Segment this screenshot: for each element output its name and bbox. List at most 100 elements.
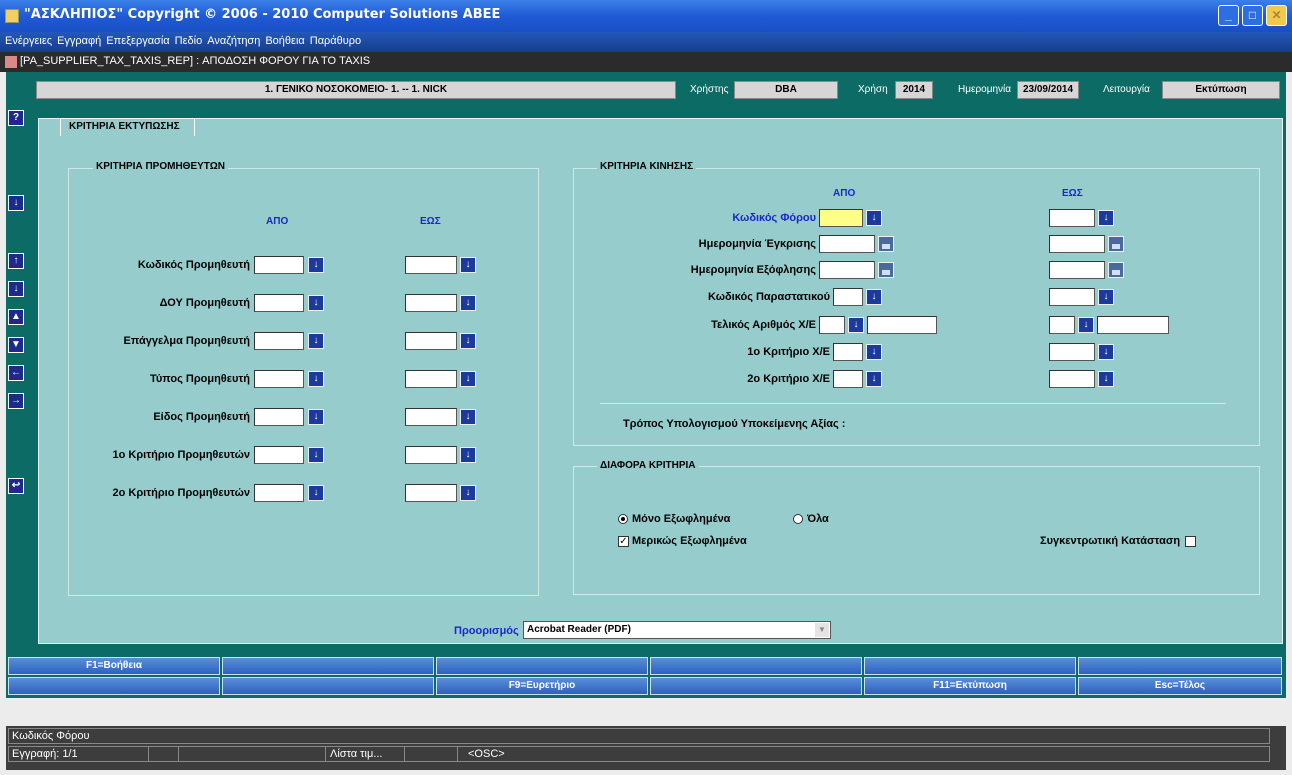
arrow-up-icon[interactable]: ↑ (8, 253, 24, 269)
menu-record[interactable]: Εγγραφή (57, 35, 101, 47)
lov-arrow-icon[interactable]: ↓ (460, 295, 476, 311)
lov-arrow-icon[interactable]: ↓ (308, 333, 324, 349)
doc-code-to-lov-icon[interactable]: ↓ (1098, 289, 1114, 305)
calendar-icon[interactable] (1108, 262, 1124, 278)
supplier-from-input[interactable] (254, 256, 304, 274)
supplier-from-input[interactable] (254, 446, 304, 464)
menu-actions[interactable]: Ενέργειες (5, 35, 52, 47)
invoice-criterion2-to-lov-icon[interactable]: ↓ (1098, 371, 1114, 387)
supplier-to-input[interactable] (405, 408, 457, 426)
payment-date-to-input[interactable] (1049, 261, 1105, 279)
lov-arrow-icon[interactable]: ↓ (460, 485, 476, 501)
doc-code-from-input[interactable] (833, 288, 863, 306)
lov-arrow-icon[interactable]: ↓ (308, 295, 324, 311)
fkey-empty[interactable] (864, 657, 1076, 675)
partial-paid-checkbox[interactable]: ✓ (618, 536, 629, 547)
lov-arrow-icon[interactable]: ↓ (308, 447, 324, 463)
tax-code-from-lov-icon[interactable]: ↓ (866, 210, 882, 226)
download-icon[interactable]: ↓ (8, 195, 24, 211)
supplier-from-input[interactable] (254, 332, 304, 350)
supplier-to-input[interactable] (405, 332, 457, 350)
doc-code-to-input[interactable] (1049, 288, 1095, 306)
hospital-field: 1. ΓΕΝΙΚΟ ΝΟΣΟΚΟΜΕΙΟ- 1. -- 1. NICK (36, 81, 676, 99)
approval-date-to-input[interactable] (1049, 235, 1105, 253)
all-radio[interactable] (793, 514, 803, 524)
supplier-from-input[interactable] (254, 408, 304, 426)
final-number-to-input[interactable] (1049, 316, 1075, 334)
arrow-right-icon[interactable]: → (8, 393, 24, 409)
summary-checkbox[interactable] (1185, 536, 1196, 547)
lov-arrow-icon[interactable]: ↓ (460, 409, 476, 425)
menu-window[interactable]: Παράθυρο (310, 35, 361, 47)
payment-date-from-input[interactable] (819, 261, 875, 279)
lov-arrow-icon[interactable]: ↓ (308, 257, 324, 273)
invoice-criterion1-to-lov-icon[interactable]: ↓ (1098, 344, 1114, 360)
lov-arrow-icon[interactable]: ↓ (460, 257, 476, 273)
supplier-to-input[interactable] (405, 256, 457, 274)
final-number-to-desc[interactable] (1097, 316, 1169, 334)
menu-search[interactable]: Αναζήτηση (207, 35, 260, 47)
destination-select[interactable]: Acrobat Reader (PDF) ▼ (523, 621, 831, 639)
menu-field[interactable]: Πεδίο (175, 35, 203, 47)
invoice-criterion1-from-input[interactable] (833, 343, 863, 361)
tax-code-from-input[interactable] (819, 209, 863, 227)
final-number-from-lov-icon[interactable]: ↓ (848, 317, 864, 333)
supplier-to-input[interactable] (405, 370, 457, 388)
f1-help-button[interactable]: F1=Βοήθεια (8, 657, 220, 675)
arrow-down-icon[interactable]: ↓ (8, 281, 24, 297)
lov-arrow-icon[interactable]: ↓ (460, 333, 476, 349)
menu-edit[interactable]: Επεξεργασία (106, 35, 169, 47)
menu-help[interactable]: Βοήθεια (265, 35, 304, 47)
arrow-left-icon[interactable]: ← (8, 365, 24, 381)
calendar-icon[interactable] (878, 236, 894, 252)
triangle-down-icon[interactable]: ▼ (8, 337, 24, 353)
fkey-empty[interactable] (1078, 657, 1282, 675)
destination-value: Acrobat Reader (PDF) (527, 624, 631, 635)
approval-date-from-input[interactable] (819, 235, 875, 253)
lov-arrow-icon[interactable]: ↓ (308, 409, 324, 425)
final-number-to-lov-icon[interactable]: ↓ (1078, 317, 1094, 333)
paid-only-radio[interactable] (618, 514, 628, 524)
supplier-to-input[interactable] (405, 294, 457, 312)
invoice-criterion2-from-input[interactable] (833, 370, 863, 388)
calendar-icon[interactable] (1108, 236, 1124, 252)
f9-index-button[interactable]: F9=Ευρετήριο (436, 677, 648, 695)
invoice-criterion2-to-input[interactable] (1049, 370, 1095, 388)
fkey-empty[interactable] (650, 657, 862, 675)
lov-arrow-icon[interactable]: ↓ (460, 447, 476, 463)
supplier-to-input[interactable] (405, 484, 457, 502)
fkey-empty[interactable] (222, 677, 434, 695)
lov-arrow-icon[interactable]: ↓ (308, 371, 324, 387)
invoice-criterion1-to-input[interactable] (1049, 343, 1095, 361)
fkey-empty[interactable] (436, 657, 648, 675)
exit-icon[interactable]: ↩ (8, 478, 24, 494)
invoice-criterion1-from-lov-icon[interactable]: ↓ (866, 344, 882, 360)
triangle-up-icon[interactable]: ▲ (8, 309, 24, 325)
misc-section-title: ΔΙΑΦΟΡΑ ΚΡΙΤΗΡΙΑ (597, 460, 699, 471)
esc-exit-button[interactable]: Esc=Τέλος (1078, 677, 1282, 695)
close-button[interactable]: ✕ (1266, 5, 1287, 26)
supplier-from-input[interactable] (254, 294, 304, 312)
maximize-button[interactable]: □ (1242, 5, 1263, 26)
chevron-down-icon[interactable]: ▼ (815, 623, 829, 637)
calendar-icon[interactable] (878, 262, 894, 278)
status-hint-box (8, 728, 1270, 744)
doc-code-from-lov-icon[interactable]: ↓ (866, 289, 882, 305)
help-icon[interactable]: ? (8, 110, 24, 126)
fkey-empty[interactable] (8, 677, 220, 695)
tax-code-to-lov-icon[interactable]: ↓ (1098, 210, 1114, 226)
fkey-empty[interactable] (222, 657, 434, 675)
lov-arrow-icon[interactable]: ↓ (308, 485, 324, 501)
invoice-criterion2-from-lov-icon[interactable]: ↓ (866, 371, 882, 387)
tab-print-criteria[interactable]: ΚΡΙΤΗΡΙΑ ΕΚΤΥΠΩΣΗΣ (60, 118, 195, 136)
final-number-from-input[interactable] (819, 316, 845, 334)
minimize-button[interactable]: _ (1218, 5, 1239, 26)
supplier-from-input[interactable] (254, 484, 304, 502)
supplier-from-input[interactable] (254, 370, 304, 388)
fkey-empty[interactable] (650, 677, 862, 695)
final-number-from-desc[interactable] (867, 316, 937, 334)
f11-print-button[interactable]: F11=Εκτύπωση (864, 677, 1076, 695)
supplier-to-input[interactable] (405, 446, 457, 464)
lov-arrow-icon[interactable]: ↓ (460, 371, 476, 387)
tax-code-to-input[interactable] (1049, 209, 1095, 227)
